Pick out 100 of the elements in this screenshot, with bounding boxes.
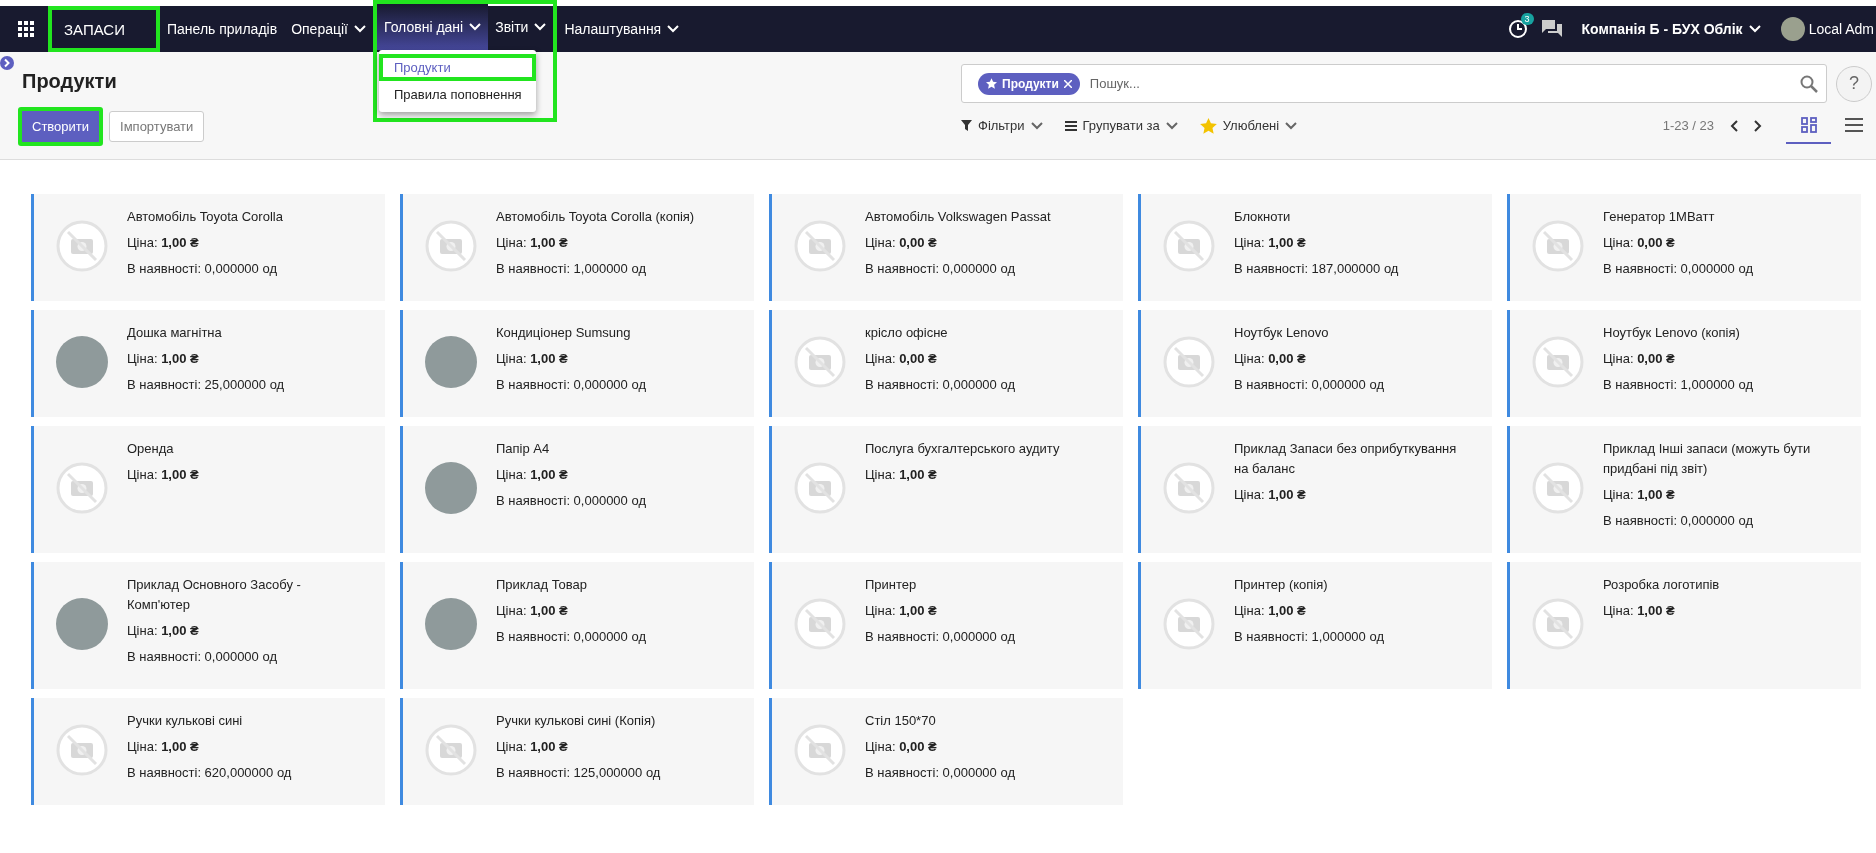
- product-price: Ціна: 1,00 ₴: [127, 622, 200, 640]
- filter-dropdown[interactable]: Улюблені: [1199, 117, 1298, 134]
- avatar-circle: [1780, 17, 1805, 41]
- caret-icon: [1285, 121, 1298, 130]
- no-image-icon: [794, 462, 846, 514]
- chevron-circle-icon[interactable]: [0, 56, 14, 70]
- help-button[interactable]: ?: [1836, 65, 1872, 102]
- product-stock: В наявності: 1,000000 од: [1234, 628, 1385, 646]
- product-card[interactable]: Дошка магнітна Ціна: 1,00 ₴ В наявності: 25,000000 од: [31, 310, 385, 417]
- product-card[interactable]: Оренда Ціна: 1,00 ₴: [31, 426, 385, 553]
- product-card[interactable]: Автомобіль Toyota Corolla (копія) Ціна: 1,00 ₴ В наявності: 1,000000 од: [400, 194, 754, 301]
- menu-item[interactable]: Головні дані: [377, 4, 489, 50]
- company-switcher[interactable]: Компанія Б - БУХ Облік: [1575, 20, 1767, 38]
- product-price: Ціна: 1,00 ₴: [127, 466, 200, 484]
- product-card[interactable]: Стіл 150*70 Ціна: 0,00 ₴ В наявності: 0,000000 од: [769, 698, 1123, 805]
- product-price: Ціна: 1,00 ₴: [496, 738, 569, 756]
- product-price: Ціна: 1,00 ₴: [1603, 486, 1676, 504]
- dropdown-item[interactable]: Продукти: [379, 54, 536, 81]
- dropdown-item[interactable]: Правила поповнення: [379, 81, 536, 108]
- product-name: Генератор 1МВатт: [1603, 208, 1716, 226]
- no-image-icon: [425, 220, 477, 272]
- chevron-right-icon: [1754, 119, 1762, 132]
- product-card[interactable]: Приклад Інші запаси (можуть бути придбані під звіт) Ціна: 1,00 ₴ В наявності: 0,000000 од: [1507, 426, 1861, 553]
- search-facet[interactable]: Продукти: [978, 72, 1080, 95]
- photo-placeholder: [425, 462, 477, 514]
- no-image-icon: [1532, 462, 1584, 514]
- product-card[interactable]: Автомобіль Volkswagen Passat Ціна: 0,00 ₴ В наявності: 0,000000 од: [769, 194, 1123, 301]
- product-card[interactable]: Ручки кулькові сині (Копія) Ціна: 1,00 ₴ В наявності: 125,000000 од: [400, 698, 754, 805]
- product-card[interactable]: Кондиціонер Sumsung Ціна: 1,00 ₴ В наявності: 0,000000 од: [400, 310, 754, 417]
- caret-icon: [534, 23, 547, 31]
- product-stock: В наявності: 1,000000 од: [1603, 376, 1754, 394]
- product-stock: В наявності: 25,000000 од: [127, 376, 286, 394]
- product-price: Ціна: 0,00 ₴: [865, 234, 938, 252]
- no-image-icon: [56, 724, 108, 776]
- product-card[interactable]: Автомобіль Toyota Corolla Ціна: 1,00 ₴ В наявності: 0,000000 од: [31, 194, 385, 301]
- product-price: Ціна: 1,00 ₴: [865, 602, 938, 620]
- product-name: Ноутбук Lenovo: [1234, 324, 1330, 342]
- app-brand[interactable]: ЗАПАСИ: [48, 6, 160, 52]
- kanban-view-icon: [1800, 116, 1817, 133]
- product-card[interactable]: Ноутбук Lenovo (копія) Ціна: 0,00 ₴ В наявності: 1,000000 од: [1507, 310, 1861, 417]
- product-stock: В наявності: 0,000000 од: [1234, 376, 1385, 394]
- page-title: Продукти: [22, 70, 117, 93]
- product-name: Оренда: [127, 440, 175, 458]
- product-name: Ручки кулькові сині (Копія): [496, 712, 657, 730]
- product-name: Ручки кулькові сині: [127, 712, 244, 730]
- caret-icon: [1030, 121, 1043, 130]
- product-name: Принтер: [865, 576, 918, 594]
- product-name: Блокноти: [1234, 208, 1292, 226]
- menu-lines-icon: [1064, 120, 1077, 131]
- product-card[interactable]: Папір А4 Ціна: 1,00 ₴ В наявності: 0,000000 од: [400, 426, 754, 553]
- create-button[interactable]: Створити: [18, 107, 104, 146]
- product-name: Приклад Інші запаси (можуть бути придбані під звіт): [1603, 440, 1812, 478]
- product-card[interactable]: Генератор 1МВатт Ціна: 0,00 ₴ В наявності: 0,000000 од: [1507, 194, 1861, 301]
- product-stock: В наявності: 0,000000 од: [127, 648, 278, 666]
- product-price: Ціна: 1,00 ₴: [496, 350, 569, 368]
- product-price: Ціна: 1,00 ₴: [127, 234, 200, 252]
- product-stock: В наявності: 0,000000 од: [496, 628, 647, 646]
- filter-dropdown[interactable]: Фільтри: [961, 118, 1043, 133]
- list-view-icon: [1844, 117, 1863, 132]
- caret-icon: [469, 23, 482, 31]
- chat-icon[interactable]: [1541, 20, 1562, 38]
- product-name: Дошка магнітна: [127, 324, 223, 342]
- product-card[interactable]: крісло офісне Ціна: 0,00 ₴ В наявності: 0,000000 од: [769, 310, 1123, 417]
- product-card[interactable]: Приклад Товар Ціна: 1,00 ₴ В наявності: 0,000000 од: [400, 562, 754, 689]
- product-stock: В наявності: 0,000000 од: [865, 764, 1016, 782]
- product-card[interactable]: Ручки кулькові сині Ціна: 1,00 ₴ В наявності: 620,000000 од: [31, 698, 385, 805]
- product-card[interactable]: Приклад Запаси без оприбуткування на баланс Ціна: 1,00 ₴: [1138, 426, 1492, 553]
- product-name: Принтер (копія): [1234, 576, 1329, 594]
- menu-item[interactable]: Звіти: [488, 4, 554, 50]
- product-stock: В наявності: 125,000000 од: [496, 764, 662, 782]
- product-price: Ціна: 1,00 ₴: [496, 602, 569, 620]
- user-menu[interactable]: Local Adm: [1780, 17, 1874, 41]
- product-card[interactable]: Ноутбук Lenovo Ціна: 0,00 ₴ В наявності: 0,000000 од: [1138, 310, 1492, 417]
- product-card[interactable]: Принтер (копія) Ціна: 1,00 ₴ В наявності: 1,000000 од: [1138, 562, 1492, 689]
- caret-icon: [1165, 121, 1178, 130]
- product-stock: В наявності: 187,000000 од: [1234, 260, 1400, 278]
- product-name: Приклад Запаси без оприбуткування на баланс: [1234, 440, 1458, 478]
- product-card[interactable]: Розробка логотипів Ціна: 1,00 ₴: [1507, 562, 1861, 689]
- product-stock: В наявності: 0,000000 од: [865, 260, 1016, 278]
- product-card[interactable]: Послуга бухгалтерського аудиту Ціна: 1,00 ₴: [769, 426, 1123, 553]
- search-field[interactable]: Продукти Пошук...: [961, 64, 1827, 103]
- menu-item[interactable]: Операції: [284, 6, 373, 52]
- product-name: Автомобіль Volkswagen Passat: [865, 208, 1052, 226]
- filter-dropdown[interactable]: Групувати за: [1064, 118, 1178, 133]
- chevron-left-icon: [1730, 119, 1738, 132]
- product-card[interactable]: Приклад Основного Засобу - Комп'ютер Ціна: 1,00 ₴ В наявності: 0,000000 од: [31, 562, 385, 689]
- product-price: Ціна: 1,00 ₴: [1603, 602, 1676, 620]
- no-image-icon: [1532, 220, 1584, 272]
- menu-item[interactable]: Панель приладів: [160, 6, 285, 52]
- no-image-icon: [1163, 598, 1215, 650]
- product-card[interactable]: Принтер Ціна: 1,00 ₴ В наявності: 0,000000 од: [769, 562, 1123, 689]
- product-name: Послуга бухгалтерського аудиту: [865, 440, 1061, 458]
- close-icon[interactable]: [1063, 79, 1072, 88]
- import-button[interactable]: Імпортувати: [109, 111, 205, 142]
- search-icon[interactable]: [1800, 74, 1818, 93]
- product-card[interactable]: Блокноти Ціна: 1,00 ₴ В наявності: 187,000000 од: [1138, 194, 1492, 301]
- pager-value[interactable]: 1-23 / 23: [1662, 118, 1714, 133]
- product-stock: В наявності: 0,000000 од: [496, 376, 647, 394]
- menu-item[interactable]: Налаштування: [557, 6, 687, 52]
- photo-placeholder: [56, 336, 108, 388]
